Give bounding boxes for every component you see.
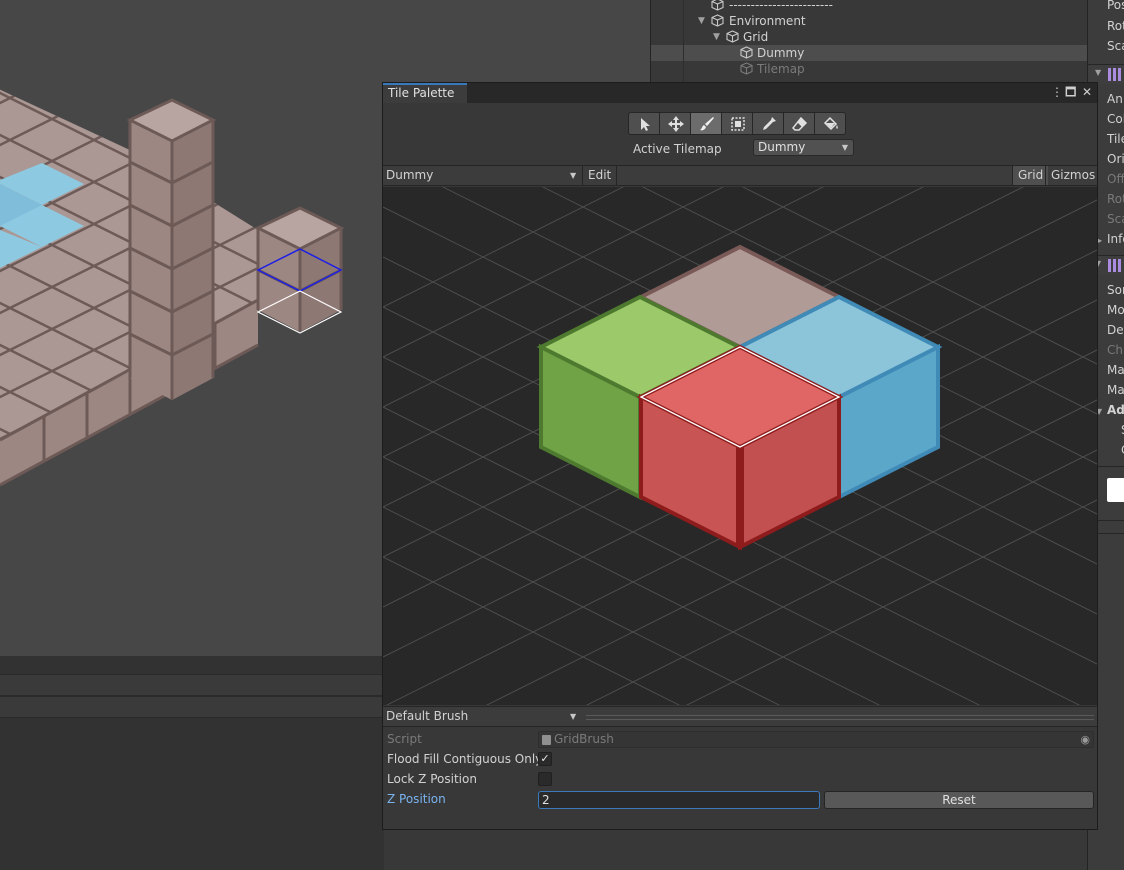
material-preview[interactable] bbox=[1107, 478, 1124, 502]
flood-fill-label: Flood Fill Contiguous Only bbox=[387, 752, 543, 766]
eyedropper-icon bbox=[763, 117, 776, 130]
tilemap-renderer-icon bbox=[1108, 259, 1121, 272]
close-icon[interactable]: ✕ bbox=[1082, 85, 1092, 99]
script-label: Script bbox=[387, 732, 422, 746]
script-value: GridBrush bbox=[554, 732, 614, 746]
gameobject-icon bbox=[740, 46, 753, 59]
script-field[interactable]: GridBrush ◉ bbox=[538, 731, 1094, 748]
lock-z-checkbox[interactable] bbox=[538, 772, 552, 786]
maximize-icon[interactable]: 🗖 bbox=[1065, 85, 1076, 99]
scene-bottom-panel bbox=[0, 656, 384, 870]
inspector-label: Ad bbox=[1107, 403, 1124, 417]
z-position-label: Z Position bbox=[387, 792, 446, 806]
reset-button[interactable]: Reset bbox=[824, 791, 1094, 809]
z-position-input[interactable]: 2 bbox=[538, 791, 820, 809]
inspector-label: Rot bbox=[1107, 19, 1124, 33]
tilemap-component-icon bbox=[1108, 68, 1121, 81]
brush-toolbar: Default Brush ▼ bbox=[383, 706, 1097, 727]
palette-grid-view[interactable] bbox=[383, 187, 1097, 705]
hierarchy-item-label: Environment bbox=[729, 14, 806, 28]
paint-bucket-icon bbox=[823, 116, 838, 131]
hierarchy-item-label: Dummy bbox=[757, 46, 805, 60]
move-arrows-icon bbox=[668, 116, 684, 132]
paintbrush-icon bbox=[700, 117, 714, 131]
erase-tool-button[interactable] bbox=[783, 112, 815, 135]
inspector-label: Pos bbox=[1107, 0, 1124, 12]
gizmos-toggle[interactable]: Gizmos bbox=[1045, 166, 1100, 185]
box-fill-icon bbox=[731, 117, 745, 131]
timeline-strip bbox=[0, 674, 384, 696]
paint-tool-button[interactable] bbox=[690, 112, 722, 135]
palette-dropdown-value: Dummy bbox=[386, 168, 434, 182]
splitter-handle[interactable] bbox=[586, 715, 1094, 720]
fold-arrow-icon[interactable]: ▼ bbox=[1095, 68, 1101, 77]
flood-fill-checkbox[interactable]: ✓ bbox=[538, 752, 552, 766]
expand-arrow-icon[interactable]: ▼ bbox=[713, 29, 720, 45]
hierarchy-item-label: Tilemap bbox=[757, 62, 805, 76]
eraser-icon bbox=[792, 116, 808, 131]
inspector-label: Orie bbox=[1107, 152, 1124, 166]
edit-button[interactable]: Edit bbox=[582, 166, 618, 185]
chevron-down-icon: ▼ bbox=[841, 143, 848, 152]
more-options-icon[interactable]: ⋮ bbox=[1051, 85, 1063, 99]
hierarchy-item-environment[interactable]: ▼ Environment bbox=[651, 13, 1087, 29]
chevron-down-icon: ▼ bbox=[570, 712, 577, 721]
move-tool-button[interactable] bbox=[659, 112, 691, 135]
checkmark-icon: ✓ bbox=[540, 752, 550, 765]
inspector-label: Sca bbox=[1107, 212, 1124, 226]
inspector-label: Ma bbox=[1107, 363, 1124, 377]
inspector-label: Info bbox=[1107, 232, 1124, 246]
gameobject-icon bbox=[711, 0, 724, 11]
arrow-cursor-icon bbox=[641, 118, 650, 131]
inspector-label: Sca bbox=[1107, 39, 1124, 53]
lock-z-label: Lock Z Position bbox=[387, 772, 477, 786]
chevron-down-icon: ▼ bbox=[570, 171, 577, 180]
hierarchy-item[interactable]: ------------------------ bbox=[651, 0, 1087, 13]
palette-toolbar: Dummy ▼ Edit Grid Gizmos bbox=[383, 165, 1097, 186]
inspector-label: Ani bbox=[1107, 92, 1124, 106]
gameobject-icon bbox=[711, 14, 724, 27]
inspector-label: Rot bbox=[1107, 192, 1124, 206]
inspector-label: Det bbox=[1107, 323, 1124, 337]
hierarchy-item-tilemap[interactable]: Tilemap bbox=[651, 61, 1087, 77]
hierarchy-item-dummy[interactable]: Dummy bbox=[651, 45, 1087, 61]
hierarchy-item-grid[interactable]: ▼ Grid bbox=[651, 29, 1087, 45]
script-file-icon bbox=[542, 735, 551, 745]
active-tilemap-label: Active Tilemap bbox=[633, 142, 722, 156]
tab-tile-palette[interactable]: Tile Palette bbox=[383, 83, 467, 103]
inspector-label: Col bbox=[1107, 112, 1124, 126]
inspector-label: Mo bbox=[1107, 303, 1124, 317]
inspector-label: Ma bbox=[1107, 383, 1124, 397]
tab-bar: Tile Palette ⋮ 🗖 ✕ bbox=[383, 83, 1097, 103]
inspector-label: Tile bbox=[1107, 132, 1124, 146]
gameobject-icon bbox=[740, 62, 753, 75]
active-tilemap-value: Dummy bbox=[758, 140, 806, 154]
hierarchy-item-label: ------------------------ bbox=[729, 0, 833, 12]
component-header[interactable]: ▼ bbox=[1088, 64, 1124, 84]
select-tool-button[interactable] bbox=[628, 112, 660, 135]
palette-tiles-canvas[interactable] bbox=[383, 187, 1097, 705]
active-tilemap-dropdown[interactable]: Dummy ▼ bbox=[753, 139, 854, 156]
inspector-label: Sor bbox=[1107, 283, 1124, 297]
object-picker-icon[interactable]: ◉ bbox=[1080, 732, 1090, 747]
timeline-strip bbox=[0, 696, 384, 718]
brush-dropdown[interactable]: Default Brush ▼ bbox=[383, 707, 582, 726]
brush-dropdown-value: Default Brush bbox=[386, 709, 469, 723]
tile-palette-window[interactable]: Tile Palette ⋮ 🗖 ✕ Active Tilemap Dummy … bbox=[382, 82, 1098, 830]
picker-tool-button[interactable] bbox=[752, 112, 784, 135]
inspector-label: Chu bbox=[1107, 343, 1124, 357]
gameobject-icon bbox=[726, 30, 739, 43]
box-fill-tool-button[interactable] bbox=[721, 112, 753, 135]
palette-dropdown[interactable]: Dummy ▼ bbox=[383, 166, 582, 185]
grid-toggle[interactable]: Grid bbox=[1012, 166, 1049, 185]
tool-bar bbox=[628, 112, 846, 135]
hierarchy-divider bbox=[683, 0, 684, 82]
expand-arrow-icon[interactable]: ▼ bbox=[698, 13, 705, 29]
flood-fill-tool-button[interactable] bbox=[814, 112, 846, 135]
inspector-label: Off bbox=[1107, 172, 1124, 186]
hierarchy-item-label: Grid bbox=[743, 30, 769, 44]
hierarchy-panel[interactable]: ------------------------ ▼ Environment ▼… bbox=[650, 0, 1087, 82]
